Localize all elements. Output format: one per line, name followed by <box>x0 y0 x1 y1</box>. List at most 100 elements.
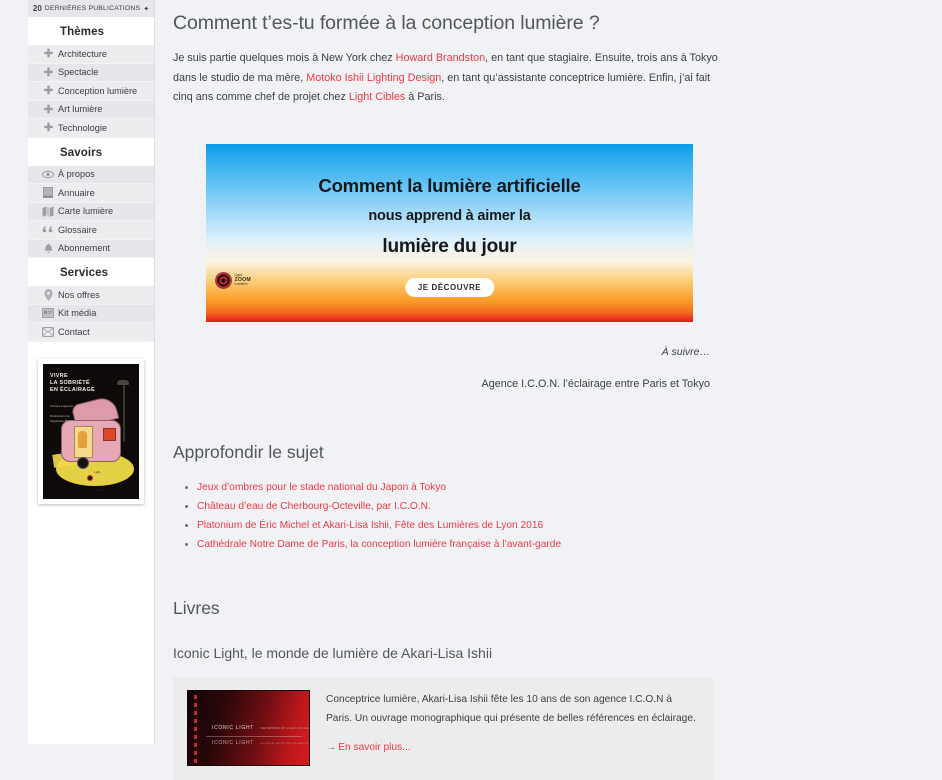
banner-cta-button[interactable]: JE DÉCOUVRE <box>404 277 495 297</box>
plus-icon <box>38 48 58 59</box>
bell-icon <box>38 243 58 254</box>
paragraph-text-4: à Paris. <box>405 91 445 103</box>
sidebar-item-label: À propos <box>58 169 95 180</box>
related-link[interactable]: Platonium de Éric Michel et Akari-Lisa I… <box>197 520 543 531</box>
book-cover-rule <box>206 735 302 737</box>
link-howard-brandston[interactable]: Howard Brandston <box>396 52 485 64</box>
related-link[interactable]: Château d’eau de Cherbourg-Octeville, pa… <box>197 501 431 512</box>
streetlamp-pole-icon <box>123 381 125 442</box>
section-heading-livres: Livres <box>173 597 220 618</box>
logo-ring-icon <box>87 475 93 481</box>
pin-icon <box>38 288 58 301</box>
diamond-arrow-icon: ✦ <box>143 5 150 13</box>
sidebar-ad-title-line1: VIVRE <box>50 372 68 379</box>
book-cover-sub-en-text: THE WORLD OF LIGHT OF AKARI-LISA ISHII <box>260 725 310 730</box>
book-description: Conceptrice lumière, Akari-Lisa Ishii fê… <box>326 693 696 724</box>
sidebar-ad-title: VIVRE LA SOBRIÉTÉ EN ÉCLAIRAGE <box>50 373 95 395</box>
book-cover-title-fr-text: ICONIC LIGHT <box>212 739 255 746</box>
sidebar-item-label: Spectacle <box>58 67 99 78</box>
sidebar-ad-illustrator: Stéphanie Bordron <box>50 418 76 423</box>
related-link[interactable]: Cathédrale Notre Dame de Paris, la conce… <box>197 539 561 550</box>
plus-icon <box>38 122 58 133</box>
book-icon <box>38 187 58 199</box>
logo-ring-icon <box>215 271 232 289</box>
list-item[interactable]: Cathédrale Notre Dame de Paris, la conce… <box>197 535 718 554</box>
sidebar-heading-services: Services <box>28 258 154 286</box>
list-item[interactable]: Château d’eau de Cherbourg-Octeville, pa… <box>197 497 718 516</box>
sidebar-item-annuaire[interactable]: Annuaire <box>28 184 154 203</box>
sidebar-heading-themes: Thèmes <box>28 17 154 45</box>
latest-publications-label: DERNIÈRES PUBLICATIONS <box>44 5 141 12</box>
sidebar-item-label: Carte lumière <box>58 206 114 217</box>
banner-logo-wordmark: Light ZOOM Lumière <box>235 273 251 287</box>
to-be-continued-text: À suivre… <box>661 345 710 358</box>
list-item[interactable]: Platonium de Éric Michel et Akari-Lisa I… <box>197 516 718 535</box>
sidebar-item-a-propos[interactable]: À propos <box>28 165 154 184</box>
logo-line-1: Light <box>94 471 101 474</box>
sidebar-ad-logo: Light ZOOM <box>87 471 107 492</box>
sidebar-item-conception-lumiere[interactable]: Conception lumière <box>28 82 154 101</box>
sidebar-item-label: Art lumière <box>58 104 103 115</box>
sidebar-item-label: Glossaire <box>58 224 97 235</box>
sidebar-book-ad[interactable]: VIVRE LA SOBRIÉTÉ EN ÉCLAIRAGE Vincent L… <box>38 358 144 504</box>
article-container: Comment t’es-tu formée à la conception l… <box>173 12 718 780</box>
envelope-icon <box>38 326 58 337</box>
sidebar: 20 DERNIÈRES PUBLICATIONS ✦ Thèmes Archi… <box>28 0 155 744</box>
sidebar-item-art-lumiere[interactable]: Art lumière <box>28 100 154 119</box>
sidebar-item-label: Nos offres <box>58 289 100 300</box>
streetlamp-head-icon <box>117 379 129 385</box>
page-root: 20 DERNIÈRES PUBLICATIONS ✦ Thèmes Archi… <box>0 0 942 780</box>
book-cover-stripe <box>194 694 197 763</box>
sidebar-item-label: Annuaire <box>58 187 95 198</box>
sidebar-ad-logo-text: Light ZOOM <box>95 460 103 496</box>
sidebar-item-kit-media[interactable]: Kit média <box>28 304 154 323</box>
book-more-link[interactable]: En savoir plus... <box>338 742 410 753</box>
sidebar-item-nos-offres[interactable]: Nos offres <box>28 286 154 305</box>
sidebar-item-contact[interactable]: Contact <box>28 323 154 342</box>
latest-publications-count: 20 <box>32 4 42 13</box>
media-card-icon <box>38 308 58 319</box>
sidebar-ad-credits: Vincent Laganier Illustrations de Stépha… <box>50 404 76 424</box>
quote-icon <box>38 225 58 234</box>
banner-logo: Light ZOOM Lumière <box>215 271 251 289</box>
book-card: ICONIC LIGHT THE WORLD OF LIGHT OF AKARI-… <box>173 676 713 780</box>
latest-publications-bar[interactable]: 20 DERNIÈRES PUBLICATIONS ✦ <box>28 0 154 17</box>
sidebar-item-carte-lumiere[interactable]: Carte lumière <box>28 202 154 221</box>
sidebar-ad-title-line2: LA SOBRIÉTÉ <box>50 379 90 386</box>
book-cover-title-en-text: ICONIC LIGHT <box>212 724 255 731</box>
logo-line-2: ZOOM <box>94 489 103 492</box>
book-cover-image[interactable]: ICONIC LIGHT THE WORLD OF LIGHT OF AKARI-… <box>187 689 310 766</box>
banner-line-1: Comment la lumière artificielle <box>318 174 581 196</box>
sidebar-item-label: Architecture <box>58 48 108 59</box>
link-light-cibles[interactable]: Light Cibles <box>349 91 405 103</box>
book-text-column: Conceptrice lumière, Akari-Lisa Ishii fê… <box>326 690 699 766</box>
sidebar-ad-illus-label: Illustrations de <box>50 413 70 418</box>
agency-caption: Agence I.C.O.N. l’éclairage entre Paris … <box>481 377 710 390</box>
plus-icon <box>38 85 58 96</box>
banner-logo-line-3: Lumière <box>234 282 248 287</box>
list-item[interactable]: Jeux d’ombres pour le stade national du … <box>197 478 718 497</box>
arrow-right-icon: → <box>326 741 337 753</box>
sidebar-item-glossaire[interactable]: Glossaire <box>28 221 154 240</box>
sidebar-item-label: Conception lumière <box>58 85 138 96</box>
link-motoko-ishii[interactable]: Motoko Ishii Lighting Design <box>306 72 441 84</box>
book-more-row[interactable]: → En savoir plus... <box>326 742 699 753</box>
sidebar-item-spectacle[interactable]: Spectacle <box>28 63 154 82</box>
eye-icon <box>38 170 58 179</box>
sidebar-item-label: Kit média <box>58 308 97 319</box>
sidebar-item-technologie[interactable]: Technologie <box>28 119 154 138</box>
page-title: Comment t’es-tu formée à la conception l… <box>173 12 600 34</box>
book-cover-title-fr: ICONIC LIGHT Le monde de lumière de Akari… <box>212 739 309 746</box>
related-link[interactable]: Jeux d’ombres pour le stade national du … <box>197 482 446 493</box>
main-content: Comment t’es-tu formée à la conception l… <box>155 0 942 780</box>
sidebar-book-ad-artwork: VIVRE LA SOBRIÉTÉ EN ÉCLAIRAGE Vincent L… <box>43 363 139 499</box>
plus-icon <box>38 67 58 78</box>
sidebar-item-label: Contact <box>58 326 90 337</box>
banner-ad[interactable]: Comment la lumière artificielle nous app… <box>206 143 693 322</box>
plus-icon <box>38 104 58 115</box>
banner-ad-wrapper: Comment la lumière artificielle nous app… <box>206 143 718 322</box>
sidebar-heading-savoirs: Savoirs <box>28 137 154 166</box>
sidebar-item-architecture[interactable]: Architecture <box>28 45 154 64</box>
banner-line-2: nous apprend à aimer la <box>368 207 531 224</box>
sidebar-item-abonnement[interactable]: Abonnement <box>28 239 154 258</box>
